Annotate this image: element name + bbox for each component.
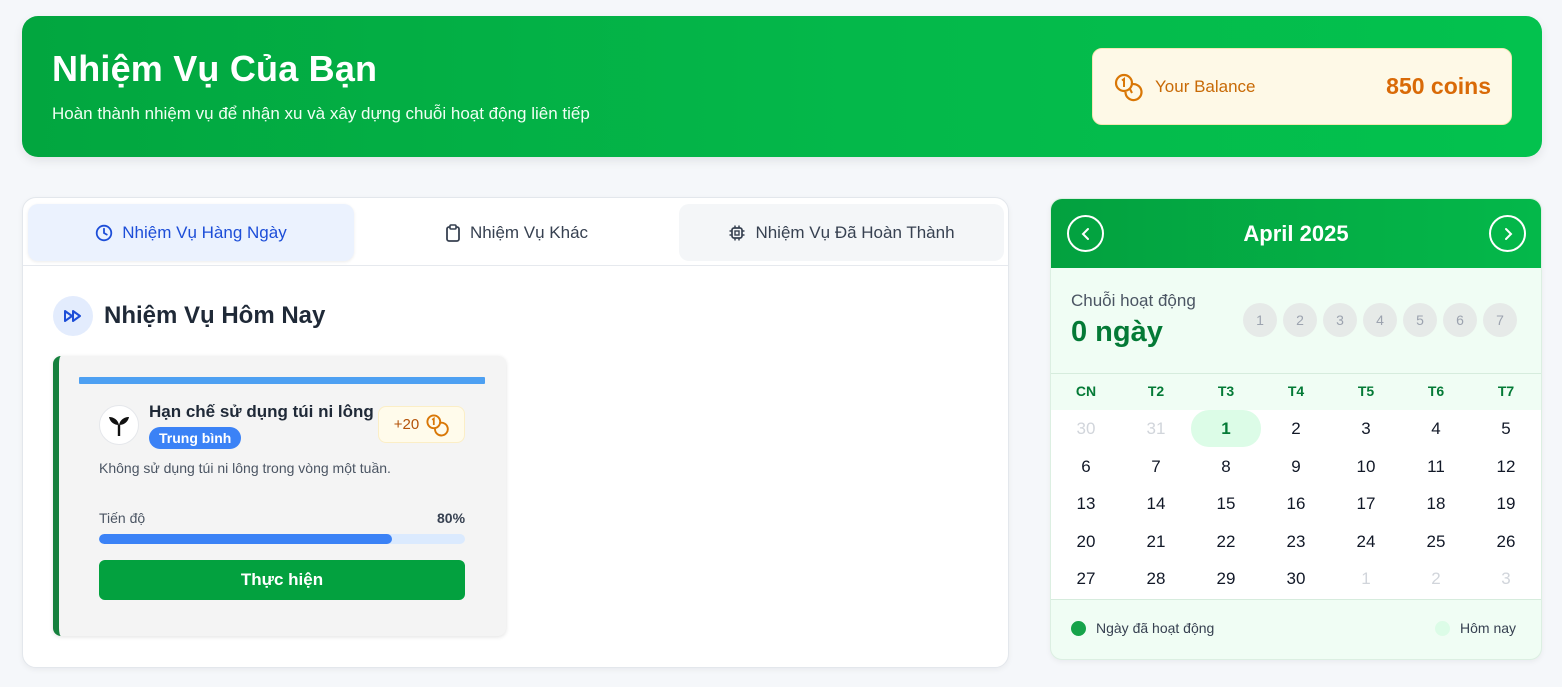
progress-bar <box>99 534 465 544</box>
calendar-day[interactable]: 29 <box>1191 560 1261 597</box>
page-title: Nhiệm Vụ Của Bạn <box>52 48 378 89</box>
tab-label: Nhiệm Vụ Đã Hoàn Thành <box>755 222 955 242</box>
calendar-day[interactable]: 10 <box>1331 448 1401 485</box>
calendar-day[interactable]: 18 <box>1401 485 1471 522</box>
tab-other-tasks[interactable]: Nhiệm Vụ Khác <box>354 204 679 261</box>
divider <box>1051 599 1541 600</box>
task-accent-bar <box>79 377 485 384</box>
sprout-icon <box>99 405 139 445</box>
task-title: Hạn chế sử dụng túi ni lông <box>149 402 374 421</box>
calendar-day[interactable]: 4 <box>1401 410 1471 447</box>
clock-icon <box>96 224 113 241</box>
fast-forward-icon <box>53 296 93 336</box>
calendar-day[interactable]: 11 <box>1401 448 1471 485</box>
calendar-day[interactable]: 26 <box>1471 523 1541 560</box>
calendar-day[interactable]: 1 <box>1331 560 1401 597</box>
reward-badge: +20 <box>378 406 465 443</box>
calendar-day[interactable]: 19 <box>1471 485 1541 522</box>
calendar-month: April 2025 <box>1243 221 1349 246</box>
calendar-day[interactable]: 31 <box>1121 410 1191 447</box>
header-banner: Nhiệm Vụ Của Bạn Hoàn thành nhiệm vụ để … <box>22 16 1542 157</box>
streak-day-dot: 3 <box>1323 303 1357 337</box>
tasks-panel: Nhiệm Vụ Hàng Ngày Nhiệm Vụ Khác Nhiệm V… <box>22 197 1009 668</box>
difficulty-badge: Trung bình <box>149 427 242 449</box>
section-header: Nhiệm Vụ Hôm Nay <box>53 296 325 336</box>
balance-card: Your Balance 850 coins <box>1092 48 1512 125</box>
calendar-header: April 2025 <box>1051 199 1541 268</box>
calendar-day[interactable]: 30 <box>1261 560 1331 597</box>
weekday-label: T6 <box>1427 383 1445 399</box>
calendar-day[interactable]: 12 <box>1471 448 1541 485</box>
calendar-day[interactable]: 14 <box>1121 485 1191 522</box>
progress-label: Tiến độ <box>99 510 146 526</box>
calendar-day[interactable]: 1 <box>1191 410 1261 447</box>
legend-active: Ngày đã hoạt động <box>1071 620 1214 636</box>
weekday-label: T4 <box>1287 383 1305 399</box>
calendar-day[interactable]: 21 <box>1121 523 1191 560</box>
calendar-day[interactable]: 13 <box>1051 485 1121 522</box>
streak-value: 0 ngày <box>1071 316 1163 348</box>
calendar-day[interactable]: 17 <box>1331 485 1401 522</box>
calendar-day[interactable]: 5 <box>1471 410 1541 447</box>
calendar-day[interactable]: 27 <box>1051 560 1121 597</box>
reward-amount: +20 <box>393 416 420 433</box>
legend-active-label: Ngày đã hoạt động <box>1096 620 1215 636</box>
calendar-day[interactable]: 28 <box>1121 560 1191 597</box>
streak-day-dot: 7 <box>1483 303 1517 337</box>
calendar-day[interactable]: 7 <box>1121 448 1191 485</box>
balance-value: 850 coins <box>1386 73 1491 99</box>
legend-dot-today <box>1435 620 1450 636</box>
calendar-day[interactable]: 9 <box>1261 448 1331 485</box>
calendar-day[interactable]: 3 <box>1471 560 1541 597</box>
weekday-label: T5 <box>1357 383 1375 399</box>
task-card: Hạn chế sử dụng túi ni lông Trung bình +… <box>53 356 506 636</box>
page-subtitle: Hoàn thành nhiệm vụ để nhận xu và xây dự… <box>52 104 590 123</box>
calendar-day[interactable]: 30 <box>1051 410 1121 447</box>
streak-day-dot: 6 <box>1443 303 1477 337</box>
task-tabs: Nhiệm Vụ Hàng Ngày Nhiệm Vụ Khác Nhiệm V… <box>23 198 1008 266</box>
weekday-label: T2 <box>1147 383 1165 399</box>
calendar-day[interactable]: 2 <box>1401 560 1471 597</box>
next-month-button[interactable] <box>1489 215 1526 252</box>
tab-label: Nhiệm Vụ Hàng Ngày <box>122 222 287 242</box>
calendar-day[interactable]: 22 <box>1191 523 1261 560</box>
streak-day-dot: 2 <box>1283 303 1317 337</box>
calendar-day[interactable]: 24 <box>1331 523 1401 560</box>
streak-label: Chuỗi hoạt động <box>1071 291 1196 310</box>
progress-value: 80% <box>437 510 466 526</box>
calendar-day[interactable]: 25 <box>1401 523 1471 560</box>
progress-fill <box>99 534 392 544</box>
balance-label: Your Balance <box>1155 76 1256 96</box>
do-task-button[interactable]: Thực hiện <box>99 560 465 600</box>
tab-daily-tasks[interactable]: Nhiệm Vụ Hàng Ngày <box>28 204 354 261</box>
streak-day-dot: 5 <box>1403 303 1437 337</box>
task-description: Không sử dụng túi ni lông trong vòng một… <box>99 460 391 476</box>
calendar-day[interactable]: 20 <box>1051 523 1121 560</box>
streak-calendar: April 2025 Chuỗi hoạt động 0 ngày 123456… <box>1050 198 1542 660</box>
chip-icon <box>729 225 745 240</box>
calendar-day[interactable]: 15 <box>1191 485 1261 522</box>
weekday-label: T7 <box>1497 383 1515 399</box>
tab-completed-tasks[interactable]: Nhiệm Vụ Đã Hoàn Thành <box>679 204 1004 261</box>
streak-day-dot: 1 <box>1243 303 1277 337</box>
streak-days: 1234567 <box>1243 303 1523 337</box>
legend-today-label: Hôm nay <box>1460 620 1517 636</box>
coins-icon <box>1114 73 1143 101</box>
weekday-label: T3 <box>1217 383 1235 399</box>
calendar-day[interactable]: 23 <box>1261 523 1331 560</box>
tab-label: Nhiệm Vụ Khác <box>469 222 589 242</box>
legend-dot-active <box>1071 620 1086 636</box>
section-title: Nhiệm Vụ Hôm Nay <box>104 302 326 329</box>
legend-today: Hôm nay <box>1435 620 1516 636</box>
calendar-day[interactable]: 8 <box>1191 448 1261 485</box>
chevron-right-icon <box>1504 227 1512 240</box>
coins-icon <box>426 413 449 436</box>
streak-day-dot: 4 <box>1363 303 1397 337</box>
calendar-day[interactable]: 2 <box>1261 410 1331 447</box>
calendar-day[interactable]: 6 <box>1051 448 1121 485</box>
calendar-day[interactable]: 16 <box>1261 485 1331 522</box>
clipboard-icon <box>446 223 460 242</box>
calendar-day[interactable]: 3 <box>1331 410 1401 447</box>
weekday-label: CN <box>1075 383 1097 399</box>
